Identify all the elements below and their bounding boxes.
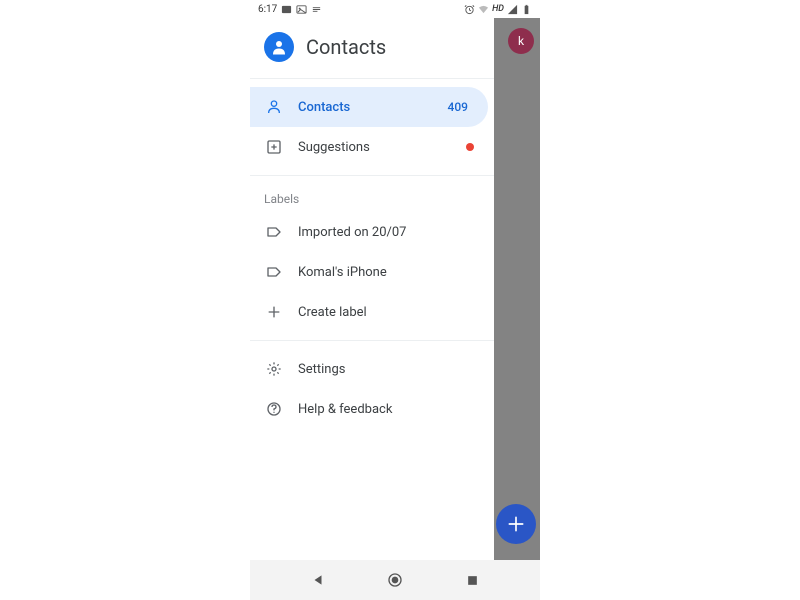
notification-dot-icon bbox=[466, 143, 474, 151]
status-left: 6:17 bbox=[258, 4, 322, 15]
recents-button[interactable] bbox=[463, 571, 481, 589]
nav-label: Komal's iPhone bbox=[298, 265, 480, 280]
download-icon bbox=[311, 4, 322, 15]
drawer-header: Contacts bbox=[250, 18, 494, 79]
nav-item-create-label[interactable]: Create label bbox=[250, 292, 494, 332]
nav-item-contacts[interactable]: Contacts 409 bbox=[250, 87, 488, 127]
nav-label: Settings bbox=[298, 362, 480, 377]
drawer-scrim[interactable] bbox=[494, 18, 540, 560]
home-button[interactable] bbox=[386, 571, 404, 589]
suggestions-icon bbox=[264, 139, 284, 155]
wifi-icon bbox=[478, 4, 489, 15]
image-icon bbox=[296, 4, 307, 15]
avatar-letter: k bbox=[518, 34, 524, 48]
nav-label: Contacts bbox=[298, 100, 448, 115]
back-button[interactable] bbox=[309, 571, 327, 589]
profile-avatar[interactable]: k bbox=[508, 28, 534, 54]
status-right: HD bbox=[464, 4, 532, 15]
plus-icon bbox=[264, 304, 284, 320]
label-icon bbox=[264, 264, 284, 280]
nav-section-labels: Labels Imported on 20/07 Komal's iPhone … bbox=[250, 176, 494, 341]
nav-section-footer: Settings Help & feedback bbox=[250, 341, 494, 437]
drawer-title: Contacts bbox=[306, 35, 386, 59]
label-icon bbox=[264, 224, 284, 240]
contacts-count: 409 bbox=[448, 100, 468, 114]
nav-label: Suggestions bbox=[298, 140, 466, 155]
alarm-icon bbox=[464, 4, 475, 15]
plus-icon bbox=[506, 514, 526, 534]
nav-section-main: Contacts 409 Suggestions bbox=[250, 79, 494, 176]
gear-icon bbox=[264, 361, 284, 377]
hd-indicator: HD bbox=[492, 4, 504, 14]
nav-item-suggestions[interactable]: Suggestions bbox=[250, 127, 494, 167]
system-navigation-bar bbox=[250, 560, 540, 600]
nav-item-settings[interactable]: Settings bbox=[250, 349, 494, 389]
status-time: 6:17 bbox=[258, 4, 277, 15]
battery-icon bbox=[521, 4, 532, 15]
nav-item-label[interactable]: Imported on 20/07 bbox=[250, 212, 494, 252]
person-icon bbox=[264, 99, 284, 115]
nav-item-help[interactable]: Help & feedback bbox=[250, 389, 494, 429]
nav-label: Create label bbox=[298, 305, 480, 320]
add-contact-fab[interactable] bbox=[496, 504, 536, 544]
labels-header: Labels bbox=[250, 184, 494, 212]
signal-icon bbox=[507, 4, 518, 15]
phone-frame: 6:17 HD k Contacts bbox=[250, 0, 540, 600]
help-icon bbox=[264, 401, 284, 417]
contacts-app-icon bbox=[264, 32, 294, 62]
status-bar: 6:17 HD bbox=[250, 0, 540, 18]
notification-icon bbox=[281, 4, 292, 15]
nav-label: Help & feedback bbox=[298, 402, 480, 417]
nav-label: Imported on 20/07 bbox=[298, 225, 480, 240]
nav-item-label[interactable]: Komal's iPhone bbox=[250, 252, 494, 292]
navigation-drawer: Contacts Contacts 409 Suggestions Labels bbox=[250, 18, 494, 560]
